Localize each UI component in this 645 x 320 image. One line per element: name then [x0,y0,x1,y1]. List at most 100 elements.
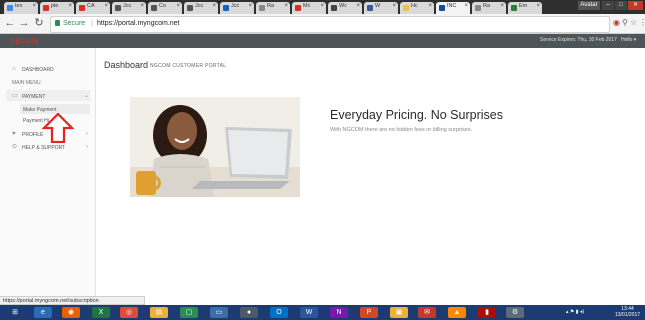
pdf-taskbar-icon[interactable]: ▮ [478,307,496,318]
app-taskbar-icon[interactable]: ▢ [180,307,198,318]
sidebar-item-help-support[interactable]: HELP & SUPPORT [22,145,65,151]
settings-taskbar-icon[interactable]: ⚙ [506,307,524,318]
maximize-button[interactable]: □ [615,1,627,10]
system-tray[interactable]: ▴ ⚑ ▮ ◂) [566,309,584,315]
tab-close-icon[interactable]: × [176,3,180,9]
tab-favicon-icon [223,5,229,11]
tab-close-icon[interactable]: × [140,3,144,9]
back-arrow-icon: ← [4,17,16,29]
tab-favicon-icon [43,5,49,11]
address-url: https://portal.myngcom.net [97,20,180,27]
address-bar[interactable]: Secure | https://portal.myngcom.net [50,16,610,33]
tab-label: Ra [267,3,275,9]
tab-4[interactable]: Co × [148,2,182,14]
tab-close-icon[interactable]: × [284,3,288,9]
tab-close-icon[interactable]: × [428,3,432,9]
camera-taskbar-icon[interactable]: ● [240,307,258,318]
promo-text: With NGCOM there are no hidden fees or b… [330,127,473,133]
tab-close-icon[interactable]: × [536,3,540,9]
tab-label: Wc [339,3,347,9]
tab-label: ple [51,3,59,9]
tab-close-icon[interactable]: × [464,3,468,9]
word-taskbar-icon[interactable]: W [300,307,318,318]
tab-favicon-icon [7,5,13,11]
vlc-taskbar-icon[interactable]: ▲ [448,307,466,318]
tab-13[interactable]: Ra × [472,2,506,14]
excel-taskbar-icon[interactable]: X [92,307,110,318]
promo-image [130,97,300,197]
user-menu[interactable]: Hello ▾ [621,37,636,43]
promo-headline: Everyday Pricing. No Surprises [330,108,503,122]
tab-close-icon[interactable]: × [320,3,324,9]
reload-button[interactable]: ↻ [33,16,45,30]
tab-close-icon[interactable]: × [500,3,504,9]
mail-taskbar-icon[interactable]: ✉ [418,307,436,318]
taskbar-clock[interactable]: 13:44 13/01/2017 [615,306,640,318]
tab-label: INC [447,3,457,9]
tab-0[interactable]: tex × [4,2,38,14]
minimize-button[interactable]: – [602,1,614,10]
zoom-icon[interactable]: ⚲ [622,18,628,27]
forward-button[interactable]: → [18,16,30,30]
tab-12[interactable]: INC × [436,2,470,14]
outlook-taskbar-icon[interactable]: O [270,307,288,318]
tab-label: W [375,3,381,9]
tab-close-icon[interactable]: × [32,3,36,9]
tab-close-icon[interactable]: × [356,3,360,9]
tab-label: Jcc [231,3,240,9]
tab-7[interactable]: Ra × [256,2,290,14]
tab-5[interactable]: Jcc × [184,2,218,14]
tab-label: CA [87,3,95,9]
site-logo[interactable]: ngcom [10,36,39,45]
tab-favicon-icon [295,5,301,11]
chrome-taskbar-icon[interactable]: ◎ [120,307,138,318]
tab-close-icon[interactable]: × [104,3,108,9]
extension-icon[interactable]: ◉ [613,18,620,27]
tab-1[interactable]: ple × [40,2,74,14]
tab-close-icon[interactable]: × [248,3,252,9]
tab-favicon-icon [151,5,157,11]
chevron-down-icon: ⌄ [84,93,90,99]
tab-10[interactable]: W × [364,2,398,14]
help-icon: ⊙ [12,144,18,150]
up-arrow-annotation-icon [42,113,74,143]
windows-logo-icon: ⊞ [12,309,18,316]
tab-close-icon[interactable]: × [392,3,396,9]
bookmark-star-icon[interactable]: ☆ [630,18,637,27]
sidebar: ⌂ DASHBOARD MAIN MENU ▭ PAYMENT ⌄ Make P… [0,48,96,296]
tab-favicon-icon [259,5,265,11]
status-link-preview: https://portal.myngcom.net/subscription [0,296,145,305]
start-button[interactable]: ⊞ [4,307,26,318]
home-icon: ⌂ [12,66,16,72]
onenote-taskbar-icon[interactable]: N [330,307,348,318]
firefox-taskbar-icon[interactable]: ◉ [62,307,80,318]
browser-toolbar: ← → ↻ Secure | https://portal.myngcom.ne… [0,14,645,34]
close-window-button[interactable]: ✕ [628,1,643,10]
tab-label: tex [15,3,23,9]
tab-3[interactable]: Jcc × [112,2,146,14]
profile-icon: ♥ [12,131,16,137]
back-button[interactable]: ← [4,16,16,30]
monitor-taskbar-icon[interactable]: ▭ [210,307,228,318]
profile-button[interactable]: Avatar [578,1,600,10]
tab-11[interactable]: Hc × [400,2,434,14]
sidebar-item-payment[interactable] [6,90,90,101]
clock-date: 13/01/2017 [615,312,641,318]
tab-2[interactable]: CA × [76,2,110,14]
tab-8[interactable]: Mc × [292,2,326,14]
ie-taskbar-icon[interactable]: e [34,307,52,318]
tab-label: Co [159,3,167,9]
tab-14[interactable]: Em × [508,2,542,14]
tab-close-icon[interactable]: × [212,3,216,9]
sidebar-item-profile[interactable]: PROFILE [22,132,43,138]
site-header: ngcom Service Expires: Thu, 30 Feb 2017 … [0,34,645,48]
tab-6[interactable]: Jcc × [220,2,254,14]
tab-close-icon[interactable]: × [68,3,72,9]
sidebar-item-dashboard[interactable]: DASHBOARD [22,67,54,73]
explorer-taskbar-icon[interactable]: ▤ [150,307,168,318]
menu-icon[interactable]: ⋮ [639,18,645,27]
powerpoint-taskbar-icon[interactable]: P [360,307,378,318]
tab-9[interactable]: Wc × [328,2,362,14]
sidebar-item-payment-label: PAYMENT [22,94,46,100]
folder-taskbar-icon[interactable]: ▣ [390,307,408,318]
